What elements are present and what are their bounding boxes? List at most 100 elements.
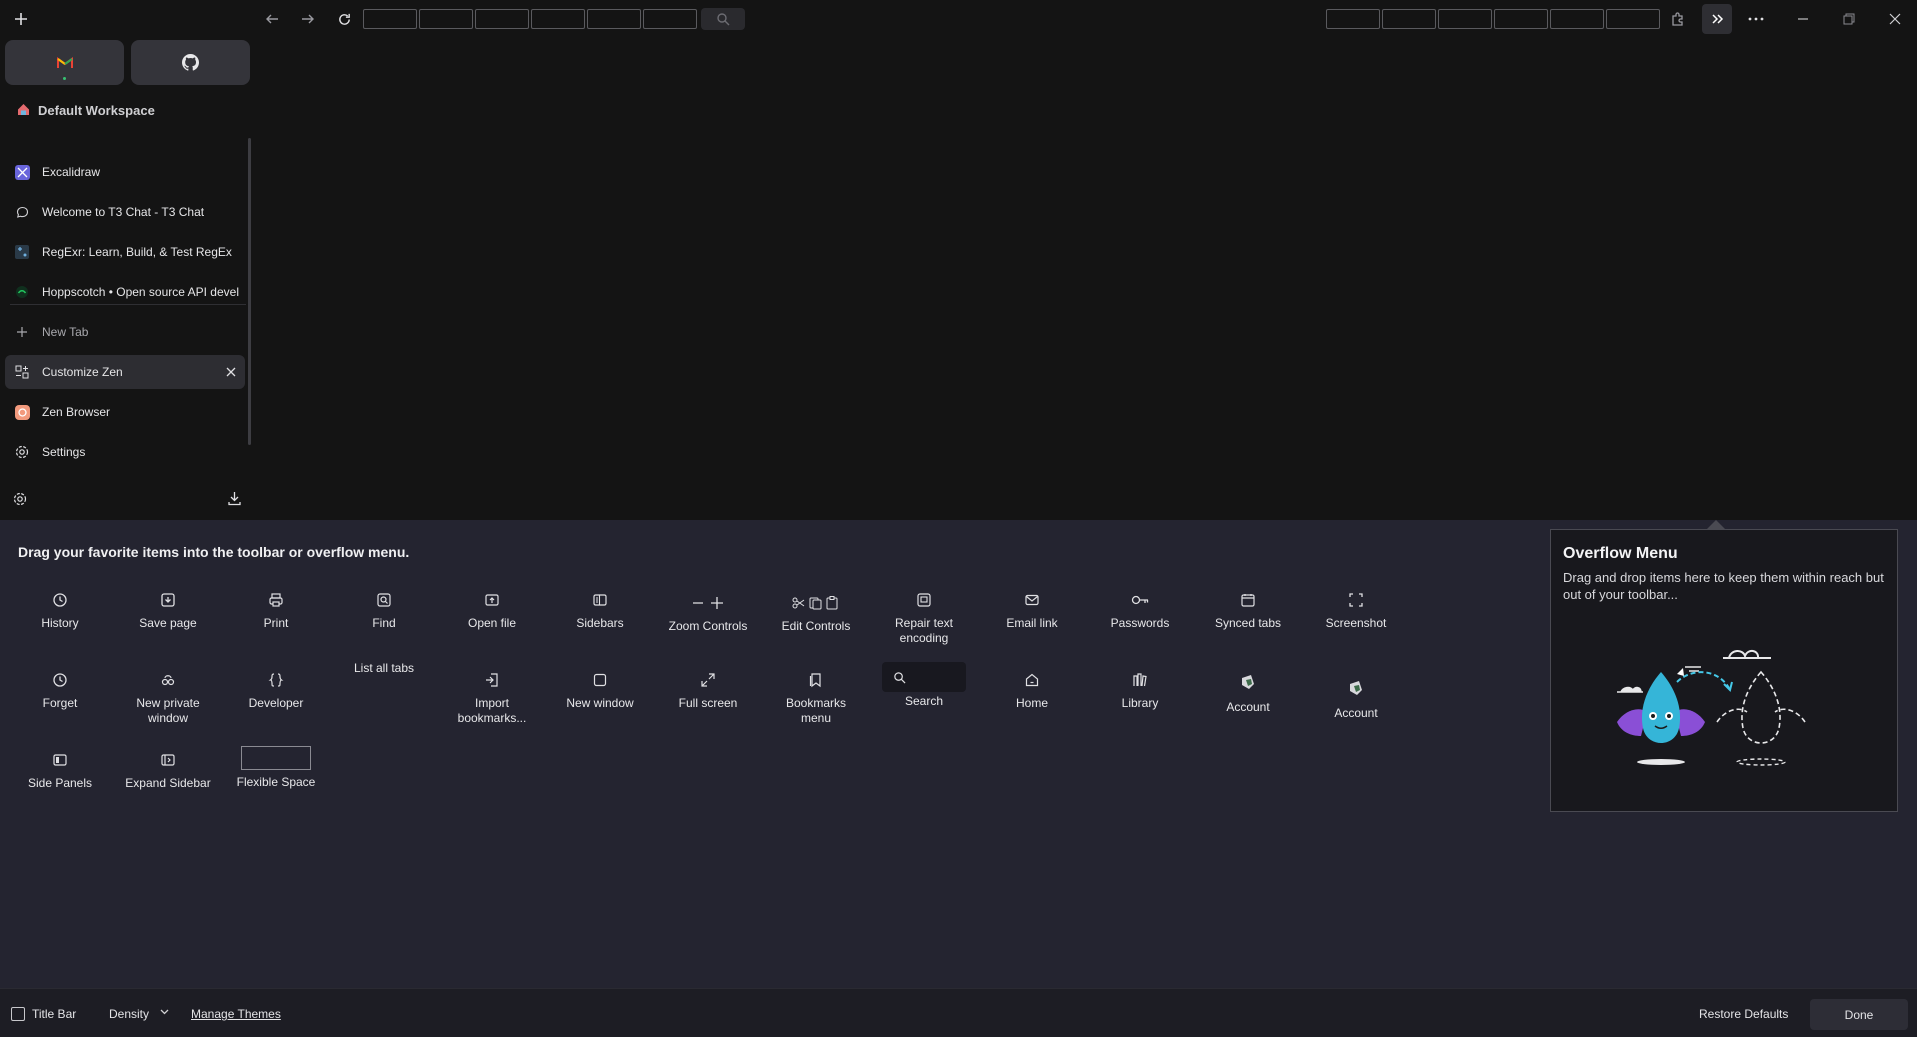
palette-item-zoom-controls[interactable]: Zoom Controls	[654, 592, 762, 634]
workspace-title[interactable]: Default Workspace	[38, 103, 155, 118]
palette-item-developer[interactable]: Developer	[222, 669, 330, 711]
sidebars-icon	[589, 589, 611, 611]
palette-item-email-link[interactable]: Email link	[978, 589, 1086, 631]
item-label: Save page	[139, 616, 197, 630]
palette-item-new-window[interactable]: New window	[546, 669, 654, 711]
reload-icon[interactable]	[331, 6, 357, 32]
palette-item-flexible-space[interactable]: Flexible Space	[222, 746, 330, 790]
palette-item-bookmarks-menu[interactable]: Bookmarks menu	[762, 669, 870, 726]
library-icon	[1129, 669, 1151, 691]
palette-item-account[interactable]: Account	[1302, 675, 1410, 721]
find-icon	[373, 589, 395, 611]
tab-regexr[interactable]: RegExr: Learn, Build, & Test RegEx	[5, 235, 245, 269]
account-icon	[1345, 675, 1367, 701]
synced-tabs-icon	[1237, 589, 1259, 611]
side-panels-icon	[49, 749, 71, 771]
chevron-down-icon[interactable]	[160, 1009, 169, 1015]
plus-icon	[14, 324, 30, 340]
tab-settings[interactable]: Settings	[5, 435, 245, 469]
palette-item-open-file[interactable]: Open file	[438, 589, 546, 631]
palette-item-save-page[interactable]: Save page	[114, 589, 222, 631]
sidebar: Default Workspace Excalidraw Welcome to …	[0, 38, 255, 520]
palette-item-history[interactable]: History	[6, 589, 114, 631]
done-button[interactable]: Done	[1810, 999, 1908, 1030]
unread-dot	[63, 77, 66, 80]
palette-item-screenshot[interactable]: Screenshot	[1302, 589, 1410, 631]
palette-item-import-bookmarks[interactable]: Import bookmarks...	[438, 669, 546, 726]
overflow-menu-description: Drag and drop items here to keep them wi…	[1563, 570, 1884, 602]
toolbar-placeholder-slot	[1606, 9, 1660, 29]
title-bar-checkbox[interactable]	[11, 1007, 25, 1021]
palette-item-forget[interactable]: Forget	[6, 669, 114, 711]
palette-item-full-screen[interactable]: Full screen	[654, 669, 762, 711]
fullscreen-icon	[697, 669, 719, 691]
download-icon[interactable]	[227, 491, 242, 506]
restore-icon[interactable]	[1836, 6, 1862, 32]
overflow-menu-dropzone[interactable]: Overflow Menu Drag and drop items here t…	[1550, 529, 1898, 812]
density-dropdown[interactable]: Density	[109, 1007, 149, 1021]
palette-item-print[interactable]: Print	[222, 589, 330, 631]
item-label: Home	[1015, 696, 1048, 710]
tab-excalidraw[interactable]: Excalidraw	[5, 155, 245, 189]
palette-item-search[interactable]: Search	[870, 662, 978, 709]
essential-tab-github[interactable]	[131, 40, 250, 85]
palette-item-account[interactable]: Account	[1194, 669, 1302, 715]
palette-item-library[interactable]: Library	[1086, 669, 1194, 711]
edit-controls-icon	[791, 592, 841, 614]
toolbar-placeholder-slot	[531, 9, 585, 29]
palette-item-sidebars[interactable]: Sidebars	[546, 589, 654, 631]
close-icon[interactable]	[1882, 6, 1908, 32]
tab-label: Zen Browser	[42, 405, 111, 419]
palette-item-side-panels[interactable]: Side Panels	[6, 749, 114, 791]
title-bar-label[interactable]: Title Bar	[32, 1007, 76, 1021]
palette-item-list-all-tabs[interactable]: List all tabs	[330, 661, 438, 676]
arrow-left-icon[interactable]	[259, 6, 285, 32]
open-file-icon	[481, 589, 503, 611]
toolbar-placeholder-slot	[363, 9, 417, 29]
toolbar-placeholder-slot	[587, 9, 641, 29]
manage-themes-link[interactable]: Manage Themes	[191, 1007, 281, 1021]
item-label: History	[41, 616, 79, 630]
nav-toolbar	[0, 0, 1917, 38]
new-window-icon	[589, 669, 611, 691]
chevrons-right-icon[interactable]	[1702, 4, 1732, 34]
palette-item-passwords[interactable]: Passwords	[1086, 589, 1194, 631]
item-label: Flexible Space	[236, 775, 316, 789]
new-tab-label: New Tab	[42, 325, 89, 339]
search-icon	[717, 13, 730, 26]
new-tab-button[interactable]: New Tab	[5, 315, 245, 349]
tab-t3-chat[interactable]: Welcome to T3 Chat - T3 Chat	[5, 195, 245, 229]
palette-item-expand-sidebar[interactable]: Expand Sidebar	[114, 749, 222, 791]
urlbar-search-button[interactable]	[701, 8, 745, 30]
restore-defaults-button[interactable]: Restore Defaults	[1699, 1007, 1788, 1021]
zoom-controls-icon	[688, 592, 728, 614]
gear-icon[interactable]	[13, 492, 27, 506]
item-label: Email link	[1006, 616, 1058, 630]
item-label: Zoom Controls	[668, 619, 748, 633]
toolbar-placeholder-slot	[419, 9, 473, 29]
minimize-icon[interactable]	[1790, 6, 1816, 32]
palette-item-repair-text-encoding[interactable]: Repair text encoding	[870, 589, 978, 646]
sidebar-scrollbar[interactable]	[248, 138, 251, 445]
tab-label: Settings	[42, 445, 86, 459]
palette-item-new-private-window[interactable]: New private window	[114, 669, 222, 726]
palette-item-home[interactable]: Home	[978, 669, 1086, 711]
home-icon	[1021, 669, 1043, 691]
close-icon[interactable]	[226, 367, 236, 377]
popover-arrow	[1707, 520, 1725, 529]
search-icon	[894, 671, 906, 683]
arrow-right-icon[interactable]	[295, 6, 321, 32]
palette-item-synced-tabs[interactable]: Synced tabs	[1194, 589, 1302, 631]
tab-zen-browser[interactable]: Zen Browser	[5, 395, 245, 429]
customize-icon	[14, 364, 30, 380]
more-icon[interactable]	[1743, 6, 1769, 32]
puzzle-icon[interactable]	[1665, 6, 1691, 32]
item-label: Screenshot	[1325, 616, 1387, 630]
palette-item-find[interactable]: Find	[330, 589, 438, 631]
item-label: Account	[1226, 700, 1270, 714]
essential-tab-gmail[interactable]	[5, 40, 124, 85]
toolbar-placeholder-slot	[1494, 9, 1548, 29]
tab-customize-zen[interactable]: Customize Zen	[5, 355, 245, 389]
palette-item-edit-controls[interactable]: Edit Controls	[762, 592, 870, 634]
plus-icon[interactable]	[8, 6, 34, 32]
